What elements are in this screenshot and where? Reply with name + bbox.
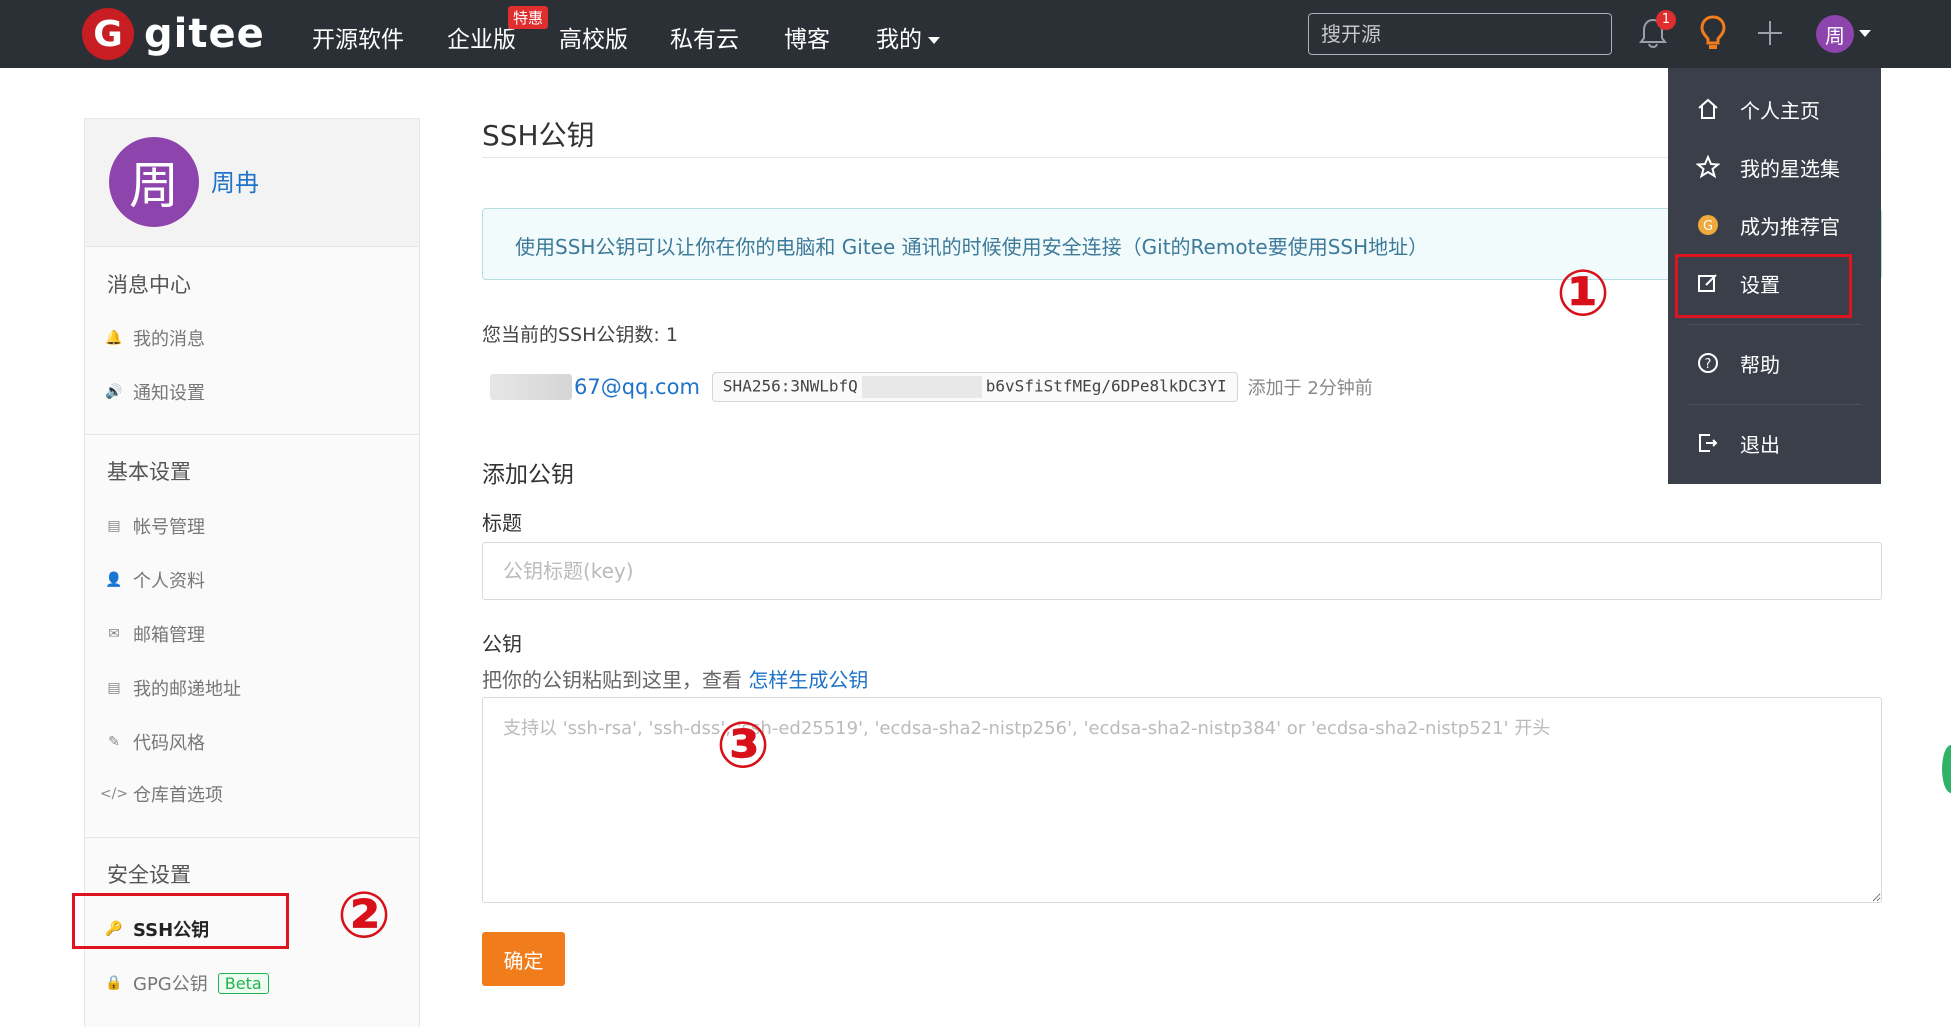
nav-university[interactable]: 高校版: [559, 20, 628, 54]
menu-item-label: 成为推荐官: [1740, 214, 1840, 239]
star-icon: [1696, 155, 1720, 179]
add-key-heading: 添加公钥: [482, 462, 574, 488]
ssh-key-fingerprint: SHA256:3NWLbfQ b6vSfiStfMEg/6DPe8lkDC3YI: [711, 372, 1238, 402]
fingerprint-end: b6vSfiStfMEg/6DPe8lkDC3YI: [985, 376, 1227, 396]
profile-card: 周 周冉: [85, 119, 419, 247]
nav-enterprise[interactable]: 企业版: [447, 20, 516, 54]
annotation-settings-highlight: [1675, 254, 1852, 318]
sidebar-item-label: 仓库首选项: [133, 785, 223, 806]
gitee-logo[interactable]: G gitee: [82, 8, 265, 60]
profile-avatar[interactable]: 周: [109, 137, 199, 227]
annotation-ssh-highlight: [72, 893, 289, 949]
svg-text:?: ?: [1705, 357, 1712, 372]
nav-mine-label: 我的: [876, 27, 922, 53]
sidebar-item-label: 邮箱管理: [133, 625, 205, 646]
submit-button[interactable]: 确定: [482, 932, 565, 986]
speaker-icon: 🔊: [105, 384, 123, 400]
id-card-icon: ▤: [107, 518, 121, 534]
sidebar-item-label: 我的消息: [133, 329, 205, 350]
mail-icon: ✉: [108, 626, 120, 642]
annotation-step-3: ③: [716, 709, 771, 783]
menu-item-homepage[interactable]: 个人主页: [1668, 84, 1881, 134]
menu-item-label: 我的星选集: [1740, 156, 1840, 181]
user-avatar-menu[interactable]: 周: [1816, 15, 1854, 53]
sidebar-item-label: 我的邮递地址: [133, 679, 241, 700]
menu-item-logout[interactable]: 退出: [1668, 418, 1881, 468]
floating-widget-edge[interactable]: [1942, 745, 1951, 793]
menu-item-label: 帮助: [1740, 352, 1780, 377]
sidebar-item-account[interactable]: ▤ 帐号管理: [105, 513, 205, 539]
nav-open-source[interactable]: 开源软件: [312, 20, 404, 54]
ssh-key-email[interactable]: 67@qq.com: [574, 375, 700, 399]
section-security-settings: 安全设置: [107, 863, 191, 887]
chevron-down-icon: [928, 37, 940, 44]
menu-item-label: 退出: [1740, 432, 1780, 457]
menu-divider: [1688, 404, 1861, 405]
page-title: SSH公钥: [482, 119, 595, 152]
key-hint-text: 把你的公钥粘贴到这里，查看: [482, 668, 742, 692]
menu-item-become-recommender[interactable]: G 成为推荐官: [1668, 200, 1881, 250]
sidebar-item-label: 帐号管理: [133, 517, 205, 538]
nav-blog[interactable]: 博客: [784, 20, 830, 54]
help-icon: ?: [1698, 353, 1718, 373]
key-label: 公钥: [482, 632, 522, 656]
gitee-logo-text: gitee: [144, 11, 265, 57]
sidebar-item-email[interactable]: ✉ 邮箱管理: [105, 621, 205, 647]
bell-icon: 🔔: [105, 330, 123, 346]
sidebar-item-code-style[interactable]: ✎ 代码风格: [105, 729, 205, 755]
annotation-step-2: ②: [337, 879, 392, 953]
sidebar-item-repo-preferences[interactable]: </> 仓库首选项: [99, 781, 223, 807]
nav-private-cloud[interactable]: 私有云: [670, 20, 739, 54]
ssh-key-row: 67@qq.com SHA256:3NWLbfQ b6vSfiStfMEg/6DP…: [490, 372, 1373, 402]
sidebar-item-label: 个人资料: [133, 571, 205, 592]
key-title-input[interactable]: [482, 542, 1882, 600]
section-basic-settings: 基本设置: [107, 460, 191, 484]
sidebar-divider: [85, 837, 419, 838]
menu-item-help[interactable]: ? 帮助: [1668, 338, 1881, 388]
nav-mine-dropdown[interactable]: 我的: [876, 20, 940, 54]
brush-icon: ✎: [108, 734, 120, 750]
sidebar-item-notification-settings[interactable]: 🔊 通知设置: [105, 379, 205, 405]
sidebar-item-my-messages[interactable]: 🔔 我的消息: [105, 325, 205, 351]
search-input[interactable]: [1308, 13, 1612, 55]
sidebar-item-postal-address[interactable]: ▤ 我的邮递地址: [105, 675, 241, 701]
lock-icon: 🔒: [105, 975, 123, 991]
address-card-icon: ▤: [107, 680, 121, 696]
menu-divider: [1688, 324, 1861, 325]
public-key-textarea[interactable]: [482, 697, 1882, 903]
top-navbar: G gitee 开源软件 企业版 特惠 高校版 私有云 博客 我的 1 周: [0, 0, 1951, 68]
profile-name[interactable]: 周冉: [211, 163, 259, 198]
beta-badge: Beta: [217, 972, 269, 994]
ssh-key-added-time: 添加于 2分钟前: [1247, 378, 1373, 399]
gitee-logo-icon: G: [82, 8, 134, 60]
home-icon: [1698, 98, 1718, 119]
plus-icon[interactable]: [1755, 18, 1785, 48]
sidebar-item-label: GPG公钥: [133, 974, 208, 995]
fingerprint-start: SHA256:3NWLbfQ: [722, 376, 858, 396]
title-label: 标题: [482, 511, 522, 535]
user-icon: 👤: [105, 572, 123, 588]
sidebar-item-gpg-keys[interactable]: 🔒 GPG公钥 Beta: [105, 970, 269, 996]
key-hint: 把你的公钥粘贴到这里，查看 怎样生成公钥: [482, 664, 868, 693]
annotation-step-1: ①: [1556, 257, 1611, 331]
notification-count-badge: 1: [1656, 10, 1676, 30]
svg-text:G: G: [1703, 219, 1713, 234]
sidebar-item-label: 代码风格: [133, 733, 205, 754]
sidebar-item-label: 通知设置: [133, 383, 205, 404]
gitee-coin-icon: G: [1698, 215, 1718, 235]
section-message-center: 消息中心: [107, 273, 191, 297]
sidebar-item-profile[interactable]: 👤 个人资料: [105, 567, 205, 593]
logout-icon: [1699, 434, 1718, 452]
how-to-generate-key-link[interactable]: 怎样生成公钥: [748, 668, 868, 692]
special-offer-badge: 特惠: [508, 6, 549, 29]
lightbulb-icon[interactable]: [1698, 14, 1728, 52]
avatar-chevron-down-icon[interactable]: [1859, 30, 1871, 37]
menu-item-my-stars[interactable]: 我的星选集: [1668, 142, 1881, 192]
ssh-key-count: 您当前的SSH公钥数: 1: [482, 324, 678, 346]
fingerprint-redacted: [861, 376, 982, 398]
menu-item-label: 个人主页: [1740, 98, 1820, 123]
code-icon: </>: [99, 786, 129, 802]
sidebar-divider: [85, 434, 419, 435]
redacted-email-prefix: [490, 374, 572, 400]
